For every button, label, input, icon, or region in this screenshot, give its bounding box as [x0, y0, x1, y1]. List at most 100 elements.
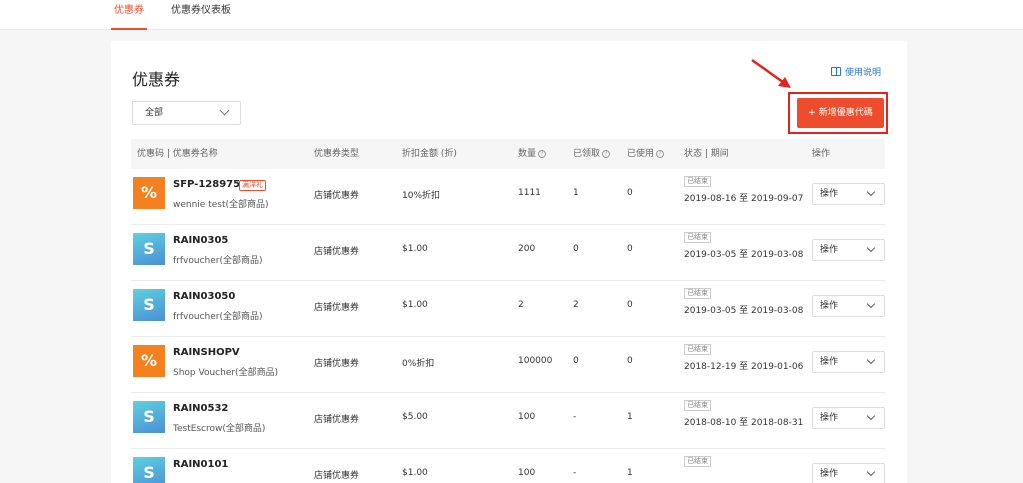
- voucher-claimed: -: [573, 468, 577, 478]
- voucher-discount: $1.00: [402, 300, 428, 310]
- action-label: 操作: [820, 301, 839, 311]
- voucher-used: 1: [627, 468, 633, 478]
- voucher-name: frfvoucher(全部商品): [173, 312, 263, 322]
- voucher-name: TestEscrow(全部商品): [173, 424, 266, 434]
- voucher-code[interactable]: RAIN0532: [173, 403, 228, 414]
- col-used: 已使用?: [627, 139, 665, 169]
- voucher-type: 店铺优惠券: [314, 247, 360, 257]
- voucher-period: 2018-12-19 至 2019-01-06: [684, 362, 804, 372]
- dollar-icon: S: [133, 401, 165, 433]
- voucher-code[interactable]: RAIN0305: [173, 235, 228, 246]
- voucher-period: 2018-08-10 至 2018-08-31: [684, 418, 804, 428]
- tab-vouchers[interactable]: 优惠券: [111, 0, 147, 30]
- table-header: 优惠码 | 优惠券名称 优惠券类型 折扣金额 (折) 数量? 已领取? 已使用?…: [131, 139, 885, 169]
- voucher-discount: $1.00: [402, 244, 428, 254]
- action-dropdown[interactable]: 操作: [812, 351, 885, 373]
- action-dropdown[interactable]: 操作: [812, 183, 885, 205]
- action-label: 操作: [820, 245, 839, 255]
- tab-voucher-dashboard[interactable]: 优惠券仪表板: [171, 0, 231, 30]
- action-label: 操作: [820, 469, 839, 479]
- chevron-down-icon: [866, 355, 876, 365]
- voucher-card: 优惠券 使用说明 全部 + 新增優惠代碼 优惠码 | 优惠券名称 优惠券类型 折…: [111, 41, 907, 483]
- col-claimed-label: 已领取: [573, 149, 601, 159]
- voucher-qty: 1111: [518, 188, 541, 198]
- voucher-used: 0: [627, 356, 633, 366]
- top-nav: 优惠券 优惠券仪表板: [0, 0, 1023, 30]
- col-qty-label: 数量: [518, 149, 537, 159]
- usage-guide-link[interactable]: 使用说明: [831, 65, 881, 78]
- voucher-period: 2019-03-05 至 2019-03-08: [684, 306, 804, 316]
- usage-guide-label: 使用说明: [845, 68, 882, 78]
- voucher-claimed: 0: [573, 244, 579, 254]
- col-type: 优惠券类型: [314, 149, 360, 159]
- voucher-claimed: 0: [573, 356, 579, 366]
- col-action: 操作: [812, 149, 831, 159]
- action-label: 操作: [820, 357, 839, 367]
- status-badge: 已结束: [684, 232, 711, 243]
- chevron-down-icon: [866, 411, 876, 421]
- voucher-code[interactable]: RAIN0101: [173, 459, 228, 470]
- voucher-used: 0: [627, 244, 633, 254]
- voucher-claimed: 2: [573, 300, 579, 310]
- table-row: S RAIN0101 店铺优惠券 $1.00 100 - 1 已结束 操作: [131, 449, 885, 483]
- voucher-qty: 100000: [518, 356, 553, 366]
- voucher-discount: 10%折扣: [402, 191, 441, 201]
- voucher-qty: 100: [518, 412, 536, 422]
- action-label: 操作: [820, 189, 839, 199]
- book-icon: [831, 67, 841, 76]
- action-dropdown[interactable]: 操作: [812, 239, 885, 261]
- chevron-down-icon: [866, 187, 876, 197]
- col-qty: 数量?: [518, 139, 547, 169]
- voucher-code[interactable]: SFP-128975: [173, 179, 240, 190]
- voucher-used: 1: [627, 412, 633, 422]
- chevron-down-icon: [219, 105, 230, 116]
- voucher-claimed: -: [573, 412, 577, 422]
- voucher-qty: 2: [518, 300, 524, 310]
- help-icon[interactable]: ?: [656, 149, 665, 158]
- action-dropdown[interactable]: 操作: [812, 463, 885, 483]
- status-badge: 已结束: [684, 288, 711, 299]
- table-row: S RAIN0532 TestEscrow(全部商品) 店铺优惠券 $5.00 …: [131, 393, 885, 449]
- dollar-icon: S: [133, 233, 165, 265]
- table-row: % SFP-128975 满洋礼 wennie test(全部商品) 店铺优惠券…: [131, 169, 885, 225]
- voucher-type: 店铺优惠券: [314, 471, 360, 481]
- dollar-icon: S: [133, 289, 165, 321]
- voucher-name: Shop Voucher(全部商品): [173, 368, 279, 378]
- action-dropdown[interactable]: 操作: [812, 407, 885, 429]
- chevron-down-icon: [866, 299, 876, 309]
- table-row: % RAINSHOPV Shop Voucher(全部商品) 店铺优惠券 0%折…: [131, 337, 885, 393]
- percent-icon: %: [133, 177, 165, 209]
- voucher-name: frfvoucher(全部商品): [173, 256, 263, 266]
- voucher-period: 2019-08-16 至 2019-09-07: [684, 194, 804, 204]
- voucher-type: 店铺优惠券: [314, 359, 360, 369]
- action-label: 操作: [820, 413, 839, 423]
- col-used-label: 已使用: [627, 149, 655, 159]
- voucher-code[interactable]: RAINSHOPV: [173, 347, 240, 358]
- action-dropdown[interactable]: 操作: [812, 295, 885, 317]
- status-badge: 已结束: [684, 176, 711, 187]
- col-claimed: 已领取?: [573, 139, 611, 169]
- voucher-qty: 200: [518, 244, 536, 254]
- chevron-down-icon: [866, 467, 876, 477]
- status-badge: 已结束: [684, 400, 711, 411]
- dollar-icon: S: [133, 457, 165, 483]
- add-voucher-button[interactable]: + 新增優惠代碼: [797, 98, 884, 128]
- voucher-type: 店铺优惠券: [314, 191, 360, 201]
- percent-icon: %: [133, 345, 165, 377]
- page-title: 优惠券: [132, 70, 181, 89]
- chevron-down-icon: [866, 243, 876, 253]
- voucher-type: 店铺优惠券: [314, 415, 360, 425]
- voucher-period: 2019-03-05 至 2019-03-08: [684, 250, 804, 260]
- col-discount: 折扣金额 (折): [402, 149, 457, 159]
- voucher-qty: 100: [518, 468, 536, 478]
- status-filter-select[interactable]: 全部: [132, 101, 241, 125]
- table-row: S RAIN0305 frfvoucher(全部商品) 店铺优惠券 $1.00 …: [131, 225, 885, 281]
- voucher-tag: 满洋礼: [239, 180, 266, 191]
- help-icon[interactable]: ?: [538, 149, 547, 158]
- voucher-name: wennie test(全部商品): [173, 200, 269, 210]
- help-icon[interactable]: ?: [602, 149, 611, 158]
- voucher-discount: 0%折扣: [402, 359, 435, 369]
- voucher-code[interactable]: RAIN03050: [173, 291, 235, 302]
- status-badge: 已结束: [684, 344, 711, 355]
- voucher-type: 店铺优惠券: [314, 303, 360, 313]
